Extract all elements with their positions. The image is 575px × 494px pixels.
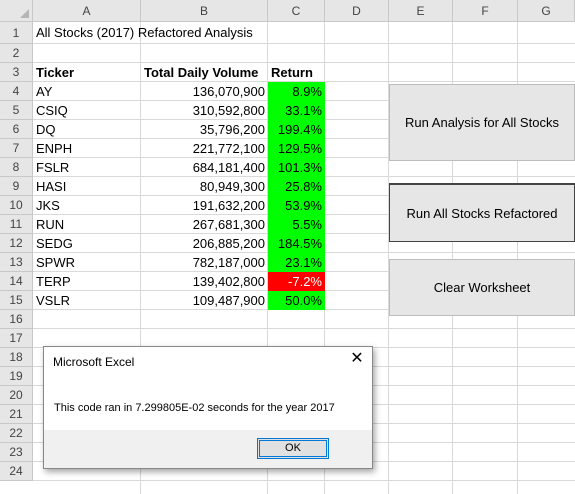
- volume-cell[interactable]: 191,632,200: [141, 196, 268, 215]
- dialog-title: Microsoft Excel: [53, 355, 135, 369]
- return-cell[interactable]: 50.0%: [268, 291, 325, 310]
- clear-worksheet-button[interactable]: Clear Worksheet: [389, 259, 575, 316]
- header-return[interactable]: Return: [268, 63, 325, 82]
- row-header-22[interactable]: 22: [0, 424, 33, 443]
- ok-button[interactable]: OK: [257, 438, 329, 459]
- ticker-cell[interactable]: CSIQ: [33, 101, 141, 120]
- run-analysis-all-stocks-button[interactable]: Run Analysis for All Stocks: [389, 84, 575, 161]
- row-gridline: [33, 480, 575, 481]
- column-header-f[interactable]: F: [453, 0, 518, 22]
- row-header-14[interactable]: 14: [0, 272, 33, 291]
- row-header-9[interactable]: 9: [0, 177, 33, 196]
- column-header-g[interactable]: G: [518, 0, 575, 22]
- volume-cell[interactable]: 684,181,400: [141, 158, 268, 177]
- run-all-stocks-refactored-button[interactable]: Run All Stocks Refactored: [389, 183, 575, 242]
- volume-cell[interactable]: 139,402,800: [141, 272, 268, 291]
- clear-worksheet-label: Clear Worksheet: [433, 280, 531, 295]
- ticker-cell[interactable]: VSLR: [33, 291, 141, 310]
- return-cell[interactable]: 23.1%: [268, 253, 325, 272]
- row-header-2[interactable]: 2: [0, 44, 33, 63]
- row-header-15[interactable]: 15: [0, 291, 33, 310]
- volume-cell[interactable]: 35,796,200: [141, 120, 268, 139]
- ticker-cell[interactable]: AY: [33, 82, 141, 101]
- return-cell[interactable]: 53.9%: [268, 196, 325, 215]
- column-header-d[interactable]: D: [325, 0, 389, 22]
- row-header-20[interactable]: 20: [0, 386, 33, 405]
- return-cell[interactable]: 184.5%: [268, 234, 325, 253]
- row-header-19[interactable]: 19: [0, 367, 33, 386]
- row-header-1[interactable]: 1: [0, 22, 33, 44]
- row-header-21[interactable]: 21: [0, 405, 33, 424]
- header-ticker[interactable]: Ticker: [33, 63, 141, 82]
- row-gridline: [33, 328, 575, 329]
- ticker-cell[interactable]: FSLR: [33, 158, 141, 177]
- row-header-10[interactable]: 10: [0, 196, 33, 215]
- return-cell[interactable]: 25.8%: [268, 177, 325, 196]
- select-all-triangle-icon: [20, 9, 29, 18]
- volume-cell[interactable]: 206,885,200: [141, 234, 268, 253]
- row-header-11[interactable]: 11: [0, 215, 33, 234]
- message-dialog: Microsoft Excel ✕ This code ran in 7.299…: [43, 346, 373, 469]
- header-volume[interactable]: Total Daily Volume: [141, 63, 268, 82]
- row-header-8[interactable]: 8: [0, 158, 33, 177]
- ticker-cell[interactable]: HASI: [33, 177, 141, 196]
- return-cell[interactable]: 101.3%: [268, 158, 325, 177]
- row-header-17[interactable]: 17: [0, 329, 33, 348]
- return-cell[interactable]: 8.9%: [268, 82, 325, 101]
- volume-cell[interactable]: 109,487,900: [141, 291, 268, 310]
- close-icon[interactable]: ✕: [346, 349, 368, 369]
- volume-cell[interactable]: 267,681,300: [141, 215, 268, 234]
- ticker-cell[interactable]: SEDG: [33, 234, 141, 253]
- ticker-cell[interactable]: ENPH: [33, 139, 141, 158]
- volume-cell[interactable]: 221,772,100: [141, 139, 268, 158]
- run-all-stocks-refactored-label: Run All Stocks Refactored: [406, 205, 558, 221]
- row-header-7[interactable]: 7: [0, 139, 33, 158]
- run-analysis-all-stocks-label: Run Analysis for All Stocks: [405, 115, 559, 130]
- row-header-6[interactable]: 6: [0, 120, 33, 139]
- volume-cell[interactable]: 136,070,900: [141, 82, 268, 101]
- volume-cell[interactable]: 80,949,300: [141, 177, 268, 196]
- ticker-cell[interactable]: SPWR: [33, 253, 141, 272]
- row-header-5[interactable]: 5: [0, 101, 33, 120]
- column-header-c[interactable]: C: [268, 0, 325, 22]
- column-header-a[interactable]: A: [33, 0, 141, 22]
- volume-cell[interactable]: 782,187,000: [141, 253, 268, 272]
- return-cell[interactable]: -7.2%: [268, 272, 325, 291]
- row-header-24[interactable]: 24: [0, 462, 33, 481]
- return-cell[interactable]: 129.5%: [268, 139, 325, 158]
- ticker-cell[interactable]: TERP: [33, 272, 141, 291]
- return-cell[interactable]: 5.5%: [268, 215, 325, 234]
- row-header-12[interactable]: 12: [0, 234, 33, 253]
- return-cell[interactable]: 199.4%: [268, 120, 325, 139]
- return-cell[interactable]: 33.1%: [268, 101, 325, 120]
- ticker-cell[interactable]: DQ: [33, 120, 141, 139]
- dialog-message: This code ran in 7.299805E-02 seconds fo…: [54, 402, 335, 414]
- column-header-e[interactable]: E: [389, 0, 453, 22]
- volume-cell[interactable]: 310,592,800: [141, 101, 268, 120]
- dialog-footer: OK: [44, 430, 372, 468]
- select-all-corner[interactable]: [0, 0, 33, 22]
- row-header-13[interactable]: 13: [0, 253, 33, 272]
- sheet-title[interactable]: All Stocks (2017) Refactored Analysis: [33, 22, 333, 44]
- column-header-b[interactable]: B: [141, 0, 268, 22]
- ticker-cell[interactable]: JKS: [33, 196, 141, 215]
- row-header-4[interactable]: 4: [0, 82, 33, 101]
- ticker-cell[interactable]: RUN: [33, 215, 141, 234]
- row-header-16[interactable]: 16: [0, 310, 33, 329]
- row-header-23[interactable]: 23: [0, 443, 33, 462]
- row-header-18[interactable]: 18: [0, 348, 33, 367]
- row-header-3[interactable]: 3: [0, 63, 33, 82]
